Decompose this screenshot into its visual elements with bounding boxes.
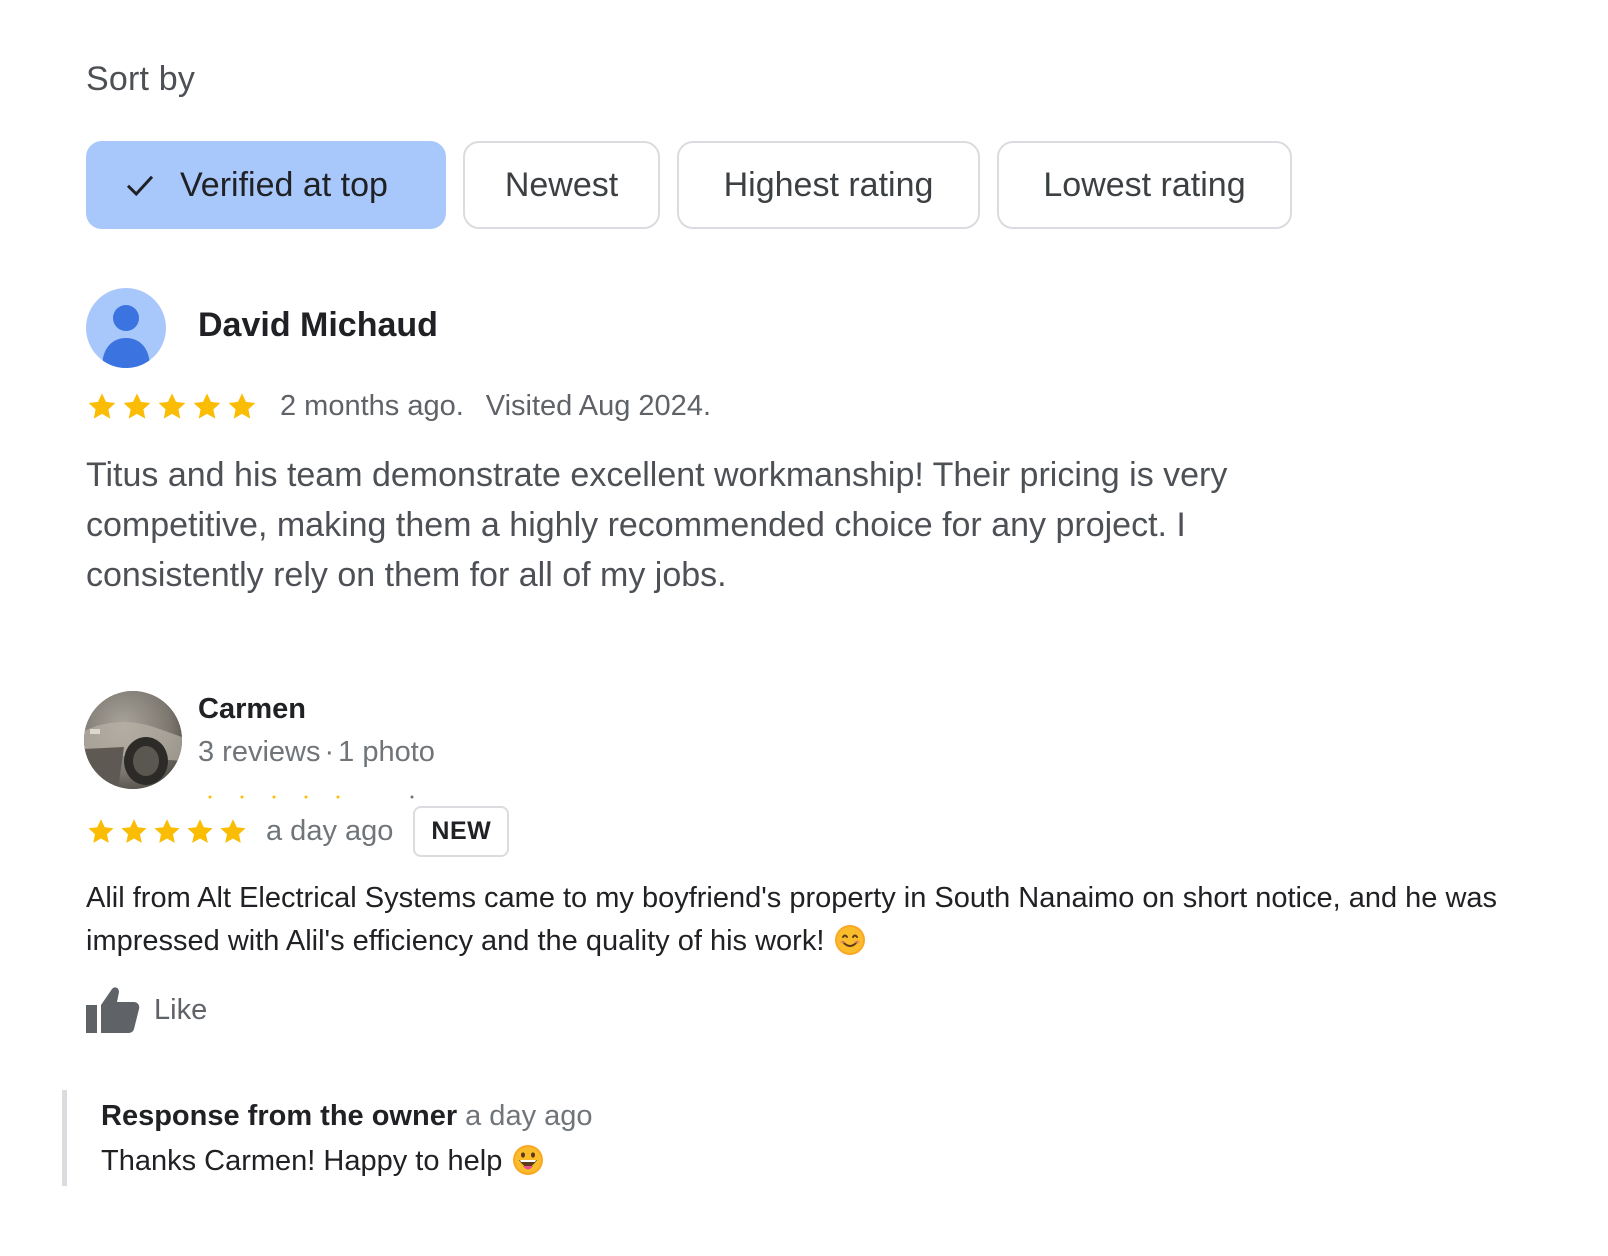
sort-chip-lowest-rating[interactable]: Lowest rating: [997, 141, 1292, 229]
star-icon: [187, 818, 213, 843]
star-icon: [220, 818, 246, 843]
visited-date: Visited Aug 2024.: [485, 390, 711, 422]
like-button[interactable]: Like: [86, 985, 207, 1035]
like-label: Like: [154, 993, 208, 1026]
review-date: a day ago: [266, 815, 394, 847]
owner-response-title: Response from the owner: [101, 1100, 458, 1132]
star-icon: [88, 818, 114, 843]
grinning-tongue-face-emoji-icon: [513, 1145, 544, 1175]
star-icon: [121, 818, 147, 843]
star-rating: [86, 391, 258, 423]
star-rating: [86, 817, 248, 847]
reviewer-stats: 3 reviews · 1 photo: [198, 736, 435, 769]
review-text-content: Alil from Alt Electrical Systems came to…: [86, 882, 1498, 957]
photos-count: 1 photo: [338, 736, 435, 768]
sort-by-label: Sort by: [86, 60, 196, 98]
review-date: 2 months ago.: [280, 390, 464, 422]
review-meta: 2 months ago. Visited Aug 2024.: [86, 390, 711, 423]
sort-chip-label: Newest: [504, 165, 619, 204]
owner-response-header: Response from the owner a day ago: [101, 1100, 593, 1133]
review-text: Alil from Alt Electrical Systems came to…: [86, 877, 1566, 963]
sort-chip-verified-at-top[interactable]: Verified at top: [86, 141, 446, 229]
review-meta: a day ago NEW: [86, 806, 510, 857]
star-icon: [158, 392, 186, 419]
separator-dot: ·: [324, 736, 335, 768]
review-text: Titus and his team demonstrate excellent…: [86, 456, 1228, 594]
reviewer-name[interactable]: Carmen: [198, 693, 306, 726]
checkmark-icon: [126, 175, 154, 197]
star-icon: [193, 392, 221, 419]
star-icon: [123, 392, 151, 419]
reviewer-name[interactable]: David Michaud: [198, 306, 438, 345]
star-icon: [154, 818, 180, 843]
faint-star-dots: [208, 795, 414, 799]
owner-response: Response from the owner a day ago Thanks …: [62, 1090, 962, 1186]
owner-response-date: a day ago: [465, 1100, 593, 1132]
sort-chip-label: Verified at top: [180, 165, 388, 204]
sort-chip-highest-rating[interactable]: Highest rating: [677, 141, 980, 229]
sort-chip-label: Highest rating: [723, 165, 934, 204]
avatar-default-person-icon[interactable]: [86, 288, 166, 368]
star-icon: [88, 392, 116, 419]
avatar-profile-photo[interactable]: [84, 691, 182, 789]
sort-chips: Verified at top Newest Highest rating Lo…: [86, 141, 1292, 229]
reviews-count: 3 reviews: [198, 736, 321, 768]
owner-response-text: Thanks Carmen! Happy to help: [101, 1144, 544, 1178]
sort-chip-label: Lowest rating: [1043, 165, 1246, 204]
sort-chip-newest[interactable]: Newest: [463, 141, 660, 229]
smiling-face-emoji-icon: [835, 925, 866, 955]
thumbs-up-icon: [86, 987, 140, 1033]
star-icon: [228, 392, 256, 419]
new-badge: NEW: [413, 806, 510, 857]
owner-response-text-content: Thanks Carmen! Happy to help: [101, 1145, 503, 1177]
